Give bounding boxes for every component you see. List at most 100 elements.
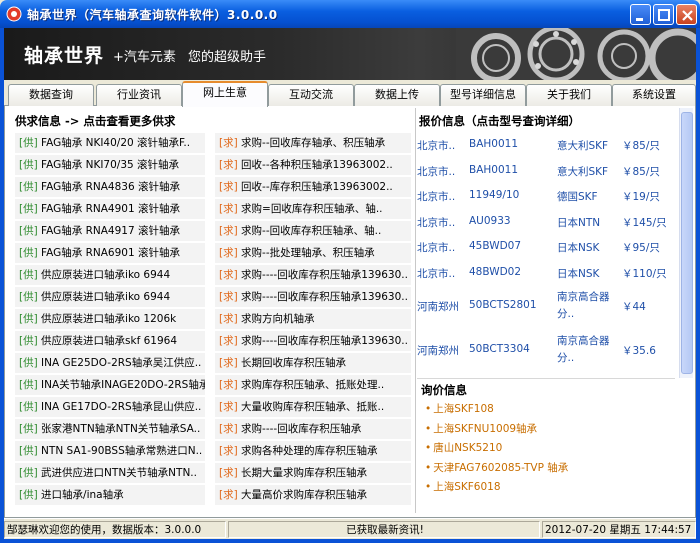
close-button[interactable] <box>676 4 697 25</box>
quote-city[interactable]: 北京市.. <box>417 138 455 153</box>
supply-demand-row: [供] 供应原装进口轴承iko 1206k [求] 求购方向机轴承 <box>15 308 411 330</box>
quote-city[interactable]: 河南郑州 <box>417 343 459 358</box>
supply-demand-row: [供] NTN SA1-90BSS轴承常熟进口N.. [求] 求购各种处理的库存积… <box>15 440 411 462</box>
quote-model[interactable]: 45BWD07 <box>469 240 521 252</box>
inquiry-item[interactable]: • 上海SKFNU1009轴承 <box>417 420 675 440</box>
tab-about-us[interactable]: 关于我们 <box>526 84 612 106</box>
demand-item[interactable]: [求] 求购----回收库存积压轴承139630.. <box>215 287 411 307</box>
inquiry-item[interactable]: • 天津FAG7602085-TVP 轴承 <box>417 459 675 479</box>
tab-data-query[interactable]: 数据查询 <box>8 84 94 106</box>
quote-brand[interactable]: 日本NTN <box>557 215 600 230</box>
supply-item[interactable]: [供] INA GE25DO-2RS轴承吴江供应.. <box>15 353 205 373</box>
quote-city[interactable]: 北京市.. <box>417 240 455 255</box>
supply-item[interactable]: [供] 供应原装进口轴承iko 6944 <box>15 287 205 307</box>
supply-item[interactable]: [供] 供应原装进口轴承iko 6944 <box>15 265 205 285</box>
supply-item[interactable]: [供] FAG轴承 NKI40/20 滚针轴承F.. <box>15 133 205 153</box>
supply-tag: [供] <box>19 423 38 435</box>
supply-demand-header[interactable]: 供求信息 -> 点击查看更多供求 <box>15 110 411 132</box>
supply-item[interactable]: [供] INA关节轴承INAGE20DO-2RS轴承 <box>15 375 205 395</box>
supply-demand-row: [供] 进口轴承/ina轴承 [求] 大量高价求购库存积压轴承 <box>15 484 411 506</box>
quote-section: 报价信息（点击型号查询详细） 北京市.. BAH0011 意大利SKF ￥85/只 北京… <box>417 110 675 373</box>
quote-row[interactable]: 北京市.. BAH0011 意大利SKF ￥85/只 <box>417 132 675 158</box>
demand-item[interactable]: [求] 求购--回收库存积压轴承、轴.. <box>215 221 411 241</box>
supply-item[interactable]: [供] FAG轴承 NKI70/35 滚针轴承 <box>15 155 205 175</box>
supply-item[interactable]: [供] 供应原装进口轴承iko 1206k <box>15 309 205 329</box>
demand-item[interactable]: [求] 长期回收库存积压轴承 <box>215 353 411 373</box>
quote-brand[interactable]: 意大利SKF <box>557 164 608 179</box>
tab-online-business[interactable]: 网上生意 <box>182 81 268 107</box>
supply-item[interactable]: [供] INA GE17DO-2RS轴承昆山供应.. <box>15 397 205 417</box>
supply-item[interactable]: [供] FAG轴承 RNA4901 滚针轴承 <box>15 199 205 219</box>
demand-item[interactable]: [求] 求购----回收库存积压轴承139630.. <box>215 265 411 285</box>
demand-item[interactable]: [求] 求购方向机轴承 <box>215 309 411 329</box>
inquiry-item[interactable]: • 上海SKF108 <box>417 400 675 420</box>
inquiry-item[interactable]: • 唐山NSK5210 <box>417 439 675 459</box>
demand-item[interactable]: [求] 回收--库存积压轴承13963002.. <box>215 177 411 197</box>
quote-row[interactable]: 北京市.. BAH0011 意大利SKF ￥85/只 <box>417 158 675 184</box>
quote-model[interactable]: AU0933 <box>469 215 511 227</box>
quote-row[interactable]: 北京市.. 48BWD02 日本NSK ￥110/只 <box>417 260 675 286</box>
demand-item[interactable]: [求] 大量收购库存积压轴承、抵账.. <box>215 397 411 417</box>
quote-city[interactable]: 北京市.. <box>417 189 455 204</box>
quote-city[interactable]: 北京市.. <box>417 266 455 281</box>
quote-row[interactable]: 河南郑州 50BCTS2801 南京高合器分.. ￥44 <box>417 285 675 329</box>
supply-item[interactable]: [供] 张家港NTN轴承NTN关节轴承SA.. <box>15 419 205 439</box>
quote-model[interactable]: BAH0011 <box>469 138 518 150</box>
quote-brand[interactable]: 日本NSK <box>557 240 599 255</box>
demand-item[interactable]: [求] 回收--各种积压轴承13963002.. <box>215 155 411 175</box>
tab-settings[interactable]: 系统设置 <box>612 84 696 106</box>
demand-item[interactable]: [求] 求购----回收库存积压轴承139630.. <box>215 331 411 351</box>
quote-brand[interactable]: 日本NSK <box>557 266 599 281</box>
demand-item[interactable]: [求] 求购----回收库存积压轴承 <box>215 419 411 439</box>
maximize-icon <box>658 9 670 21</box>
minimize-icon <box>636 18 643 21</box>
quote-city[interactable]: 河南郑州 <box>417 299 459 314</box>
quote-model[interactable]: 50BCT3304 <box>469 343 530 355</box>
demand-item[interactable]: [求] 求购各种处理的库存积压轴承 <box>215 441 411 461</box>
supply-item[interactable]: [供] FAG轴承 RNA4917 滚针轴承 <box>15 221 205 241</box>
quote-model[interactable]: 48BWD02 <box>469 266 521 278</box>
quote-row[interactable]: 河南郑州 50BCT3304 南京高合器分.. ￥35.6 <box>417 329 675 373</box>
supply-item[interactable]: [供] 进口轴承/ina轴承 <box>15 485 205 505</box>
supply-item[interactable]: [供] FAG轴承 RNA6901 滚针轴承 <box>15 243 205 263</box>
status-datetime: 2012-07-20 星期五 17:44:57 .. <box>542 521 696 538</box>
supply-item[interactable]: [供] NTN SA1-90BSS轴承常熟进口N.. <box>15 441 205 461</box>
quote-city[interactable]: 北京市.. <box>417 215 455 230</box>
demand-item[interactable]: [求] 求购--回收库存轴承、积压轴承 <box>215 133 411 153</box>
demand-item-text: 求购--回收库存轴承、积压轴承 <box>241 137 386 149</box>
quote-brand[interactable]: 南京高合器分.. <box>557 333 619 367</box>
demand-item[interactable]: [求] 求购库存积压轴承、抵账处理.. <box>215 375 411 395</box>
close-icon <box>682 10 693 21</box>
supply-item[interactable]: [供] 供应原装进口轴承skf 61964 <box>15 331 205 351</box>
quote-row[interactable]: 北京市.. 45BWD07 日本NSK ￥95/只 <box>417 234 675 260</box>
tab-data-upload[interactable]: 数据上传 <box>354 84 440 106</box>
quote-row[interactable]: 北京市.. AU0933 日本NTN ￥145/只 <box>417 209 675 235</box>
quote-price: ￥85/只 <box>622 140 660 152</box>
supply-demand-row: [供] FAG轴承 RNA4917 滚针轴承 [求] 求购--回收库存积压轴承、轴… <box>15 220 411 242</box>
quote-city[interactable]: 北京市.. <box>417 164 455 179</box>
inquiry-item[interactable]: • 上海SKF6018 <box>417 478 675 498</box>
quote-scrollbar[interactable] <box>679 108 693 378</box>
demand-item[interactable]: [求] 求购--批处理轴承、积压轴承 <box>215 243 411 263</box>
tab-industry-news[interactable]: 行业资讯 <box>96 84 182 106</box>
quote-scrollbar-thumb[interactable] <box>681 112 693 374</box>
quote-model[interactable]: 11949/10 <box>469 189 519 201</box>
minimize-button[interactable] <box>630 4 651 25</box>
tab-model-details[interactable]: 型号详细信息 <box>440 84 526 106</box>
demand-item[interactable]: [求] 大量高价求购库存积压轴承 <box>215 485 411 505</box>
quote-model[interactable]: 50BCTS2801 <box>469 299 537 311</box>
supply-item-text: 供应原装进口轴承skf 61964 <box>41 335 178 347</box>
quote-brand[interactable]: 意大利SKF <box>557 138 608 153</box>
supply-item[interactable]: [供] FAG轴承 RNA4836 滚针轴承 <box>15 177 205 197</box>
quote-brand[interactable]: 南京高合器分.. <box>557 289 619 323</box>
window-title-bar[interactable]: 轴承世界（汽车轴承查询软件软件）3.0.0.0 <box>0 0 700 28</box>
demand-item[interactable]: [求] 求购=回收库存积压轴承、轴.. <box>215 199 411 219</box>
quote-row[interactable]: 北京市.. 11949/10 德国SKF ￥19/只 <box>417 183 675 209</box>
quote-model[interactable]: BAH0011 <box>469 164 518 176</box>
supply-item[interactable]: [供] 武进供应进口NTN关节轴承NTN.. <box>15 463 205 483</box>
maximize-button[interactable] <box>653 4 674 25</box>
demand-item[interactable]: [求] 长期大量求购库存积压轴承 <box>215 463 411 483</box>
tab-interaction[interactable]: 互动交流 <box>268 84 354 106</box>
bullet-icon: • <box>425 461 432 474</box>
quote-brand[interactable]: 德国SKF <box>557 189 598 204</box>
